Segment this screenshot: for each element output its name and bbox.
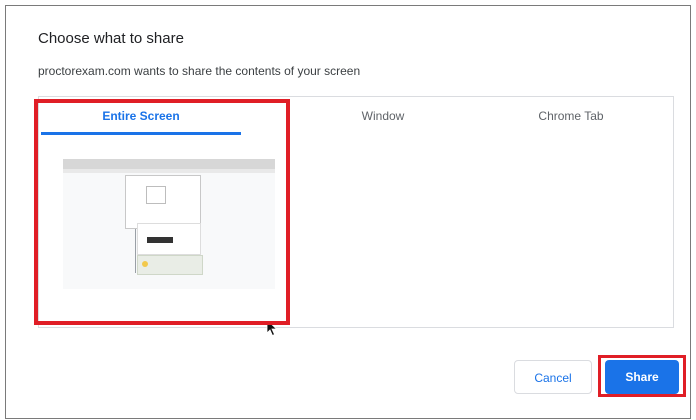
share-button-highlight-box: [598, 355, 686, 397]
entire-screen-highlight-box: [34, 99, 290, 325]
tab-window[interactable]: Window: [283, 97, 483, 135]
dialog-title: Choose what to share: [38, 30, 184, 47]
dialog-subtitle: proctorexam.com wants to share the conte…: [38, 64, 361, 78]
tab-window-label: Window: [361, 109, 405, 123]
share-screen-dialog: Choose what to share proctorexam.com wan…: [5, 5, 691, 419]
tab-chrome-tab[interactable]: Chrome Tab: [471, 97, 671, 135]
cancel-button[interactable]: Cancel: [514, 360, 592, 394]
tab-chrome-tab-label: Chrome Tab: [538, 109, 604, 123]
